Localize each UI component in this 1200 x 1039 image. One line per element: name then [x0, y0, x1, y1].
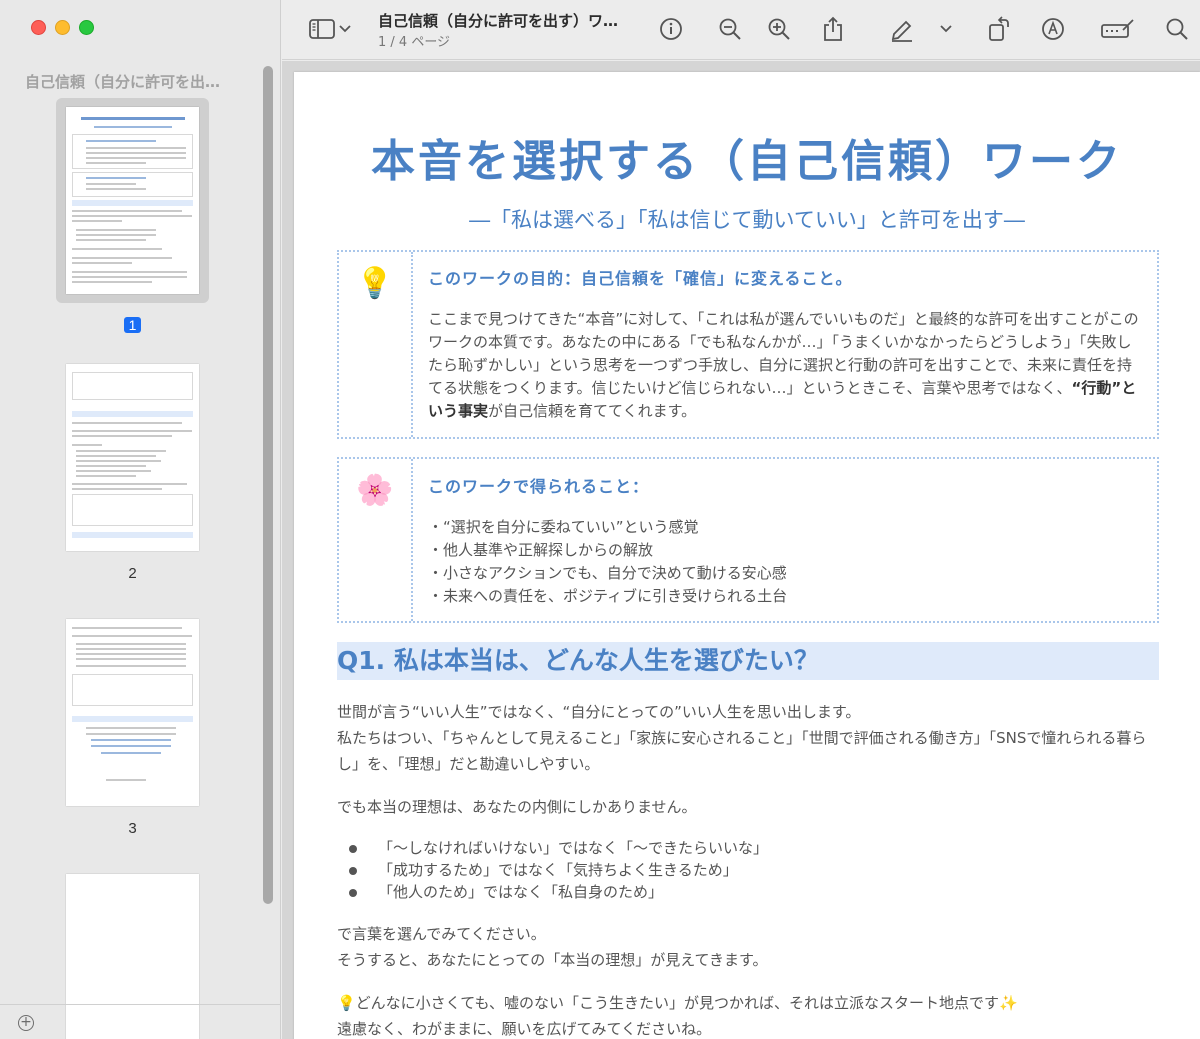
purpose-body: ここまで見つけてきた“本音”に対して、「これは私が選んでいいものだ」と最終的な許… — [428, 308, 1143, 423]
toolbar: 自己信頼（自分に許可を出す）ワ… 1 / 4 ページ — [282, 0, 1200, 60]
pdf-page: 本音を選択する（自己信頼）ワーク ―「私は選べる」「私は信じて動いていい」と許可… — [294, 72, 1200, 1039]
list-item: ・未来への責任を、ポジティブに引き受けられる土台 — [428, 587, 788, 605]
paragraph-line: 世間が言う“いい人生”ではなく、“自分にとっての”いい人生を思い出します。 — [337, 703, 861, 721]
lightbulb-icon: 💡 — [339, 252, 413, 437]
highlight-icon[interactable] — [887, 14, 917, 44]
q1-paragraph-1: 世間が言う“いい人生”ではなく、“自分にとっての”いい人生を思い出します。 私た… — [337, 699, 1167, 777]
purpose-text-end: が自己信頼を育ててくれます。 — [488, 402, 697, 420]
page-number-label: 1 — [123, 317, 142, 333]
document-heading: 本音を選択する（自己信頼）ワーク — [371, 136, 1123, 187]
q1-heading: Q1. 私は本当は、どんな人生を選びたい？ — [337, 642, 1159, 680]
list-item: 「〜しなければいけない」ではなく「〜できたらいいな」 — [349, 837, 768, 859]
sidebar-footer: + — [0, 1004, 281, 1039]
page-number-label: 3 — [128, 820, 137, 837]
minimize-window-button[interactable] — [55, 20, 70, 35]
markup-icon[interactable] — [1038, 14, 1068, 44]
list-item: 「成功するため」ではなく「気持ちよく生きるため」 — [349, 859, 768, 881]
info-icon[interactable] — [656, 14, 686, 44]
benefits-box: 🌸 このワークで得られること： ・“選択を自分に委ねていい”という感覚 ・他人基… — [337, 457, 1159, 623]
paragraph-line: で言葉を選んでみてください。 — [337, 925, 546, 943]
paragraph-line: 💡どんなに小さくても、嘘のない「こう生きたい」が見つかれば、それは立派なスタート… — [337, 994, 1018, 1012]
sidebar-toggle-icon[interactable] — [307, 14, 337, 44]
purpose-heading: このワークの目的：自己信頼を「確信」に変えること。 — [428, 269, 853, 288]
thumbnail-image — [66, 107, 199, 294]
cherry-blossom-icon: 🌸 — [339, 459, 413, 621]
redact-icon[interactable] — [1100, 14, 1136, 44]
page-indicator: 1 / 4 ページ — [378, 35, 451, 50]
q1-bullet-list: 「〜しなければいけない」ではなく「〜できたらいいな」 「成功するため」ではなく「… — [349, 837, 768, 903]
chevron-down-icon[interactable] — [337, 14, 353, 44]
list-item: ・小さなアクションでも、自分で決めて動ける安心感 — [428, 564, 787, 582]
sidebar-document-title: 自己信頼（自分に許可を出… — [25, 73, 221, 91]
sidebar-scrollbar[interactable] — [263, 66, 273, 904]
list-item: 「他人のため」ではなく「私自身のため」 — [349, 881, 768, 903]
maximize-window-button[interactable] — [79, 20, 94, 35]
share-icon[interactable] — [818, 14, 848, 44]
rotate-icon[interactable] — [984, 14, 1014, 44]
thumbnail-image — [66, 364, 199, 551]
benefits-heading: このワークで得られること： — [428, 477, 650, 496]
list-item: ・“選択を自分に委ねていい”という感覚 — [428, 518, 699, 536]
q1-paragraph-4: 💡どんなに小さくても、嘘のない「こう生きたい」が見つかれば、それは立派なスタート… — [337, 990, 1167, 1039]
page-thumbnail-2[interactable]: 2 — [55, 364, 210, 582]
benefits-list: ・“選択を自分に委ねていい”という感覚 ・他人基準や正解探しからの解放 ・小さな… — [428, 516, 1143, 608]
page-number-label: 2 — [128, 565, 137, 582]
preview-window: 自己信頼（自分に許可を出… 1 2 3 + 自己信頼（自分に許可を出す）ワ… 1… — [0, 0, 1200, 1039]
paragraph-line: 私たちはつい、「ちゃんとして見えること」「家族に安心されること」「世間で評価され… — [337, 729, 1147, 773]
thumbnail-image — [66, 619, 199, 806]
add-page-icon[interactable]: + — [18, 1015, 34, 1031]
list-item: ・他人基準や正解探しからの解放 — [428, 541, 654, 559]
page-thumbnail-1[interactable]: 1 — [55, 98, 210, 333]
search-icon[interactable] — [1162, 14, 1192, 44]
zoom-in-icon[interactable] — [764, 14, 794, 44]
close-window-button[interactable] — [31, 20, 46, 35]
document-subtitle: ―「私は選べる」「私は信じて動いていい」と許可を出す― — [469, 208, 1025, 232]
window-controls — [31, 20, 94, 35]
page-thumbnail-3[interactable]: 3 — [55, 619, 210, 837]
paragraph-line: そうすると、あなたにとっての「本当の理想」が見えてきます。 — [337, 951, 768, 969]
purpose-text: ここまで見つけてきた“本音”に対して、「これは私が選んでいいものだ」と最終的な許… — [428, 310, 1139, 397]
purpose-box: 💡 このワークの目的：自己信頼を「確信」に変えること。 ここまで見つけてきた“本… — [337, 250, 1159, 439]
document-view[interactable]: 本音を選択する（自己信頼）ワーク ―「私は選べる」「私は信じて動いていい」と許可… — [282, 61, 1200, 1039]
zoom-out-icon[interactable] — [715, 14, 745, 44]
chevron-down-icon[interactable] — [938, 14, 954, 44]
thumbnail-sidebar: 自己信頼（自分に許可を出… 1 2 3 + — [0, 0, 281, 1039]
q1-paragraph-3: で言葉を選んでみてください。 そうすると、あなたにとっての「本当の理想」が見えて… — [337, 921, 1167, 973]
q1-paragraph-2: でも本当の理想は、あなたの内側にしかありません。 — [337, 798, 697, 816]
paragraph-line: 遠慮なく、わがままに、願いを広げてみてくださいね。 — [337, 1020, 712, 1038]
document-title: 自己信頼（自分に許可を出す）ワ… — [378, 12, 619, 30]
